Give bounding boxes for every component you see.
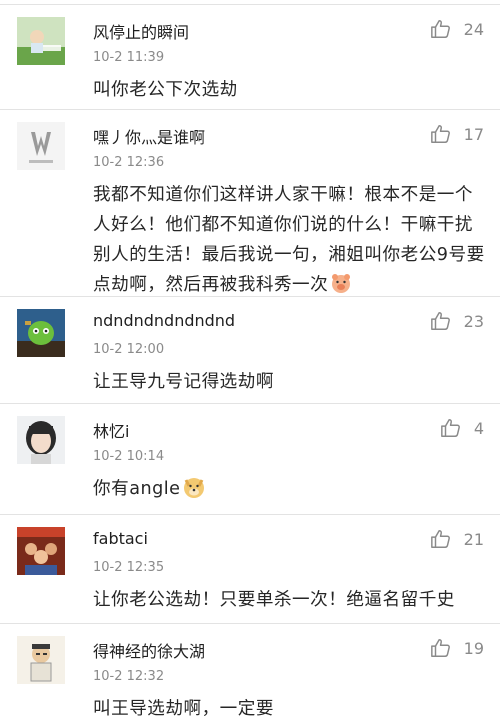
comment-text: 叫你老公下次选劫 <box>93 80 238 100</box>
comment-item: fabtaci 10-2 12:35 21 让你老公选劫！只要单杀一次！绝逼名留… <box>0 515 500 624</box>
avatar[interactable] <box>17 636 65 684</box>
like-count: 4 <box>473 418 484 438</box>
comment-author[interactable]: 嘿丿你灬是谁啊 <box>93 124 205 148</box>
avatar[interactable] <box>17 416 65 464</box>
like-count: 24 <box>463 19 484 39</box>
comment-author[interactable]: fabtaci <box>93 529 148 548</box>
comment-item: 风停止的瞬间 10-2 11:39 24 叫你老公下次选劫 <box>0 5 500 110</box>
thumbs-up-icon <box>430 637 452 659</box>
like-count: 17 <box>463 124 484 144</box>
thumbs-up-icon <box>430 528 452 550</box>
comment-item: 得神经的徐大湖 10-2 12:32 19 叫王导选劫啊，一定要 <box>0 624 500 722</box>
thumbs-up-icon <box>430 123 452 145</box>
thumbs-up-icon <box>440 417 462 439</box>
avatar[interactable] <box>17 527 65 575</box>
pig-emoji <box>329 271 353 295</box>
like-button[interactable]: 21 <box>430 528 484 550</box>
comment-time: 10-2 11:39 <box>93 50 165 65</box>
thumbs-up-icon <box>430 18 452 40</box>
comment-text: 让你老公选劫！只要单杀一次！绝逼名留千史 <box>93 590 455 610</box>
like-button[interactable]: 19 <box>430 637 484 659</box>
avatar[interactable] <box>17 309 65 357</box>
doge-emoji <box>182 475 206 499</box>
thumbs-up-icon <box>430 310 452 332</box>
comment-author[interactable]: 林忆i <box>93 418 129 442</box>
avatar[interactable] <box>17 122 65 170</box>
comment-time: 10-2 12:32 <box>93 669 165 684</box>
comment-time: 10-2 10:14 <box>93 449 165 464</box>
like-button[interactable]: 17 <box>430 123 484 145</box>
comment-time: 10-2 12:00 <box>93 342 165 357</box>
comment-item: 嘿丿你灬是谁啊 10-2 12:36 17 我都不知道你们这样讲人家干嘛！根本不… <box>0 110 500 297</box>
comment-text: 你有angle <box>93 474 486 504</box>
like-count: 23 <box>463 311 484 331</box>
like-button[interactable]: 4 <box>440 417 484 439</box>
like-button[interactable]: 23 <box>430 310 484 332</box>
like-count: 21 <box>463 529 484 549</box>
avatar[interactable] <box>17 17 65 65</box>
comment-author[interactable]: 风停止的瞬间 <box>93 19 189 43</box>
like-button[interactable]: 24 <box>430 18 484 40</box>
comment-time: 10-2 12:36 <box>93 155 165 170</box>
comment-text: 叫王导选劫啊，一定要 <box>93 699 274 719</box>
comment-text: 让王导九号记得选劫啊 <box>93 372 274 392</box>
comment-author[interactable]: 得神经的徐大湖 <box>93 638 205 662</box>
like-count: 19 <box>463 638 484 658</box>
comment-item: 林忆i 10-2 10:14 4 你有angle <box>0 404 500 515</box>
comment-time: 10-2 12:35 <box>93 560 165 575</box>
comment-text: 我都不知道你们这样讲人家干嘛！根本不是一个人好么！他们都不知道你们说的什么！干嘛… <box>93 185 485 295</box>
comment-item: ndndndndndndnd 10-2 12:00 23 让王导九号记得选劫啊 <box>0 297 500 404</box>
comment-author[interactable]: ndndndndndndnd <box>93 311 235 330</box>
